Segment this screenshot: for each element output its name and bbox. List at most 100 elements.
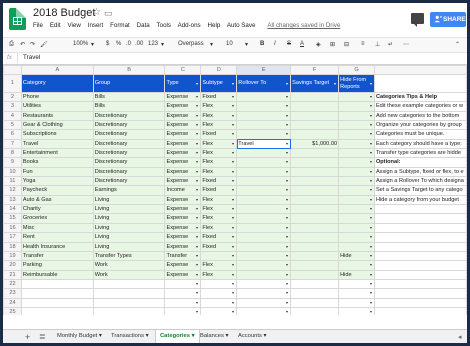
cell-savings-target[interactable] (290, 204, 340, 215)
cell-category[interactable]: Parking (20, 260, 94, 271)
cell-group[interactable]: Discretionary (92, 166, 166, 178)
cell-category[interactable] (20, 297, 94, 308)
cell-hide[interactable]: Hide (338, 250, 375, 262)
row-header[interactable]: 18 (3, 241, 22, 252)
cell-hide[interactable] (338, 213, 375, 224)
cell-category[interactable]: Utilities (20, 101, 94, 112)
cell-rollover[interactable] (236, 204, 292, 215)
cell-category[interactable]: Phone (20, 91, 94, 103)
cell-savings-target[interactable] (290, 176, 340, 187)
italic-button[interactable]: I (274, 41, 276, 47)
cell-type[interactable]: Expense (164, 204, 202, 215)
merge-cells-icon[interactable]: ⊟ (344, 41, 349, 48)
cell-type[interactable]: Expense (164, 241, 202, 252)
zoom-select[interactable]: 100% (73, 41, 88, 47)
cell-group[interactable]: Discretionary (92, 110, 166, 122)
menu-format[interactable]: Format (110, 22, 130, 29)
cell-savings-target[interactable] (290, 269, 340, 280)
cell-type[interactable] (164, 288, 202, 299)
header-hide-from-reports[interactable]: Hide From Reports (338, 74, 375, 93)
cell-savings-target[interactable] (290, 260, 340, 271)
cell-savings-target[interactable] (290, 101, 340, 112)
cell-subtype[interactable] (200, 250, 238, 262)
cell-type[interactable]: Expense (164, 194, 202, 206)
cell-type[interactable]: Expense (164, 213, 202, 224)
cell-rollover[interactable] (236, 120, 292, 131)
number-format-select[interactable]: 123 (148, 41, 158, 47)
cell-savings-target[interactable] (290, 148, 340, 159)
cell-rollover[interactable] (236, 288, 292, 299)
cell-group[interactable]: Living (92, 232, 166, 243)
row-header[interactable]: 23 (3, 288, 22, 299)
cell-category[interactable]: Subscriptions (20, 129, 94, 140)
text-color-button[interactable]: A (300, 41, 304, 47)
cell-category[interactable] (20, 306, 94, 315)
align-icon[interactable]: ≡ (361, 41, 365, 47)
row-header[interactable]: 24 (3, 297, 22, 308)
valign-icon[interactable]: ⊥ (375, 41, 380, 48)
cell-savings-target[interactable] (290, 232, 340, 243)
menu-edit[interactable]: Edit (50, 22, 61, 29)
cell-hide[interactable] (338, 110, 375, 122)
cell-category[interactable]: Yoga (20, 176, 94, 187)
menu-tools[interactable]: Tools (157, 22, 171, 29)
cell-group[interactable]: Bills (92, 101, 166, 112)
chevron-down-icon[interactable]: ▾ (91, 41, 94, 48)
cell-subtype[interactable]: Flex (200, 269, 238, 280)
cell-subtype[interactable] (200, 288, 238, 299)
cell-subtype[interactable]: Flex (200, 148, 238, 159)
menu-insert[interactable]: Insert (88, 22, 103, 29)
row-header[interactable]: 2 (3, 91, 22, 103)
column-header-d[interactable]: D (200, 65, 238, 75)
cell-hide[interactable] (338, 278, 375, 290)
cell-rollover[interactable] (236, 176, 292, 187)
cell-savings-target[interactable] (290, 250, 340, 262)
row-header[interactable]: 11 (3, 176, 22, 187)
redo-icon[interactable]: ↷ (30, 41, 35, 48)
cell-type[interactable]: Transfer (164, 250, 202, 262)
row-header[interactable]: 3 (3, 101, 22, 112)
cell-hide[interactable] (338, 176, 375, 187)
column-header-f[interactable]: F (290, 65, 340, 75)
cell-rollover[interactable] (236, 232, 292, 243)
share-button[interactable]: SHARE (430, 12, 466, 27)
cell-hide[interactable] (338, 148, 375, 159)
cell-savings-target[interactable] (290, 157, 340, 168)
header-type[interactable]: Type (164, 74, 202, 93)
cell-category[interactable]: Gear & Clothing (20, 120, 94, 131)
cell-category[interactable]: Auto & Gas (20, 194, 94, 206)
borders-icon[interactable]: ⊞ (330, 41, 335, 48)
tab-transactions[interactable]: Transactions ▾ (111, 333, 149, 339)
all-sheets-icon[interactable]: ≣ (39, 332, 46, 341)
menu-file[interactable]: File (33, 22, 43, 29)
cell-category[interactable]: Travel (20, 138, 94, 150)
row-header[interactable]: 22 (3, 278, 22, 290)
cell-hide[interactable] (338, 120, 375, 131)
row-header[interactable]: 10 (3, 166, 22, 178)
cell-group[interactable]: Work (92, 269, 166, 280)
cell-type[interactable]: Expense (164, 269, 202, 280)
currency-button[interactable]: $ (106, 41, 109, 47)
cell-type[interactable]: Expense (164, 222, 202, 234)
column-header-c[interactable]: C (164, 65, 202, 75)
tab-accounts[interactable]: Accounts ▾ (238, 333, 266, 339)
row-header[interactable]: 6 (3, 129, 22, 140)
increase-decimal-button[interactable]: .00 (135, 41, 143, 47)
menu-data[interactable]: Data (137, 22, 150, 29)
chevron-down-icon[interactable]: ▾ (161, 41, 164, 48)
cell-rollover[interactable] (236, 129, 292, 140)
strikethrough-button[interactable]: S (287, 41, 291, 47)
bold-button[interactable]: B (260, 41, 264, 47)
save-status[interactable]: All changes saved in Drive (267, 22, 340, 29)
cell-type[interactable]: Expense (164, 176, 202, 187)
cell-savings-target[interactable] (290, 241, 340, 252)
cell-hide[interactable] (338, 166, 375, 178)
cell-hide[interactable] (338, 241, 375, 252)
cell-subtype[interactable]: Fixed (200, 241, 238, 252)
row-header[interactable]: 8 (3, 148, 22, 159)
row-header[interactable]: 21 (3, 269, 22, 280)
cell-rollover[interactable] (236, 194, 292, 206)
cell-subtype[interactable]: Fixed (200, 176, 238, 187)
cell-hide[interactable] (338, 204, 375, 215)
cell-group[interactable] (92, 306, 166, 315)
